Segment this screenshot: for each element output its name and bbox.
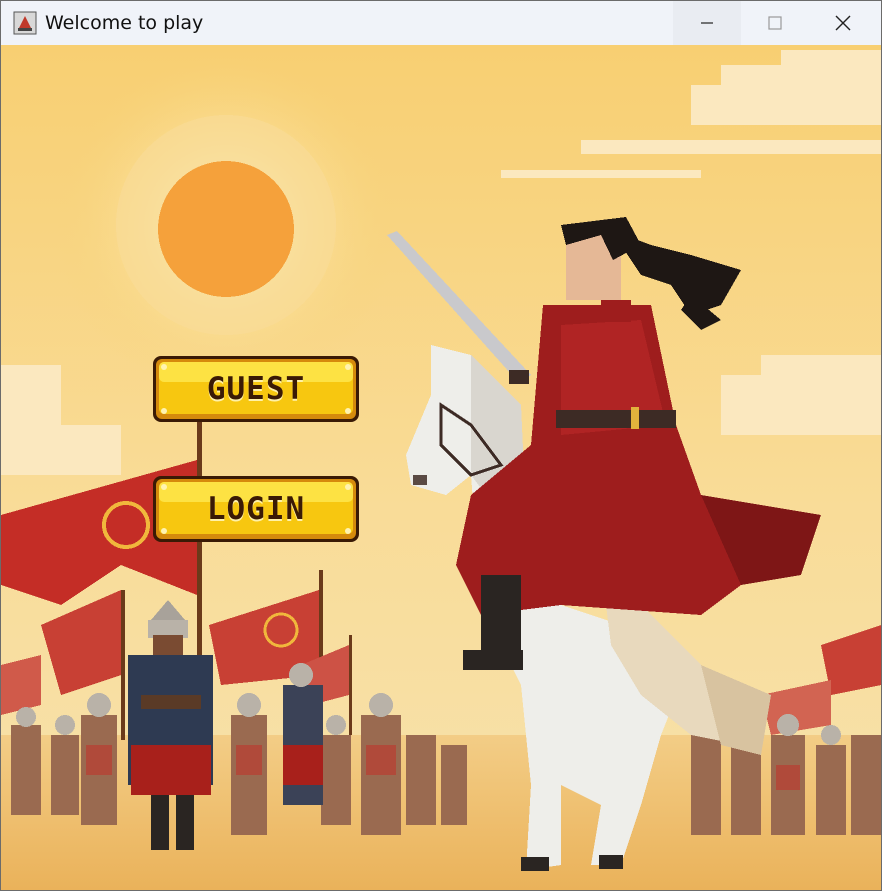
window-title: Welcome to play — [45, 12, 204, 34]
login-button-label: LOGIN — [206, 491, 306, 527]
sun — [158, 161, 294, 297]
battlefield-background — [1, 45, 881, 890]
title-bar[interactable]: Welcome to play — [1, 1, 881, 45]
close-icon — [835, 15, 851, 31]
maximize-icon — [768, 16, 782, 30]
login-button[interactable]: LOGIN — [152, 475, 360, 543]
maximize-button[interactable] — [741, 1, 809, 45]
close-button[interactable] — [809, 1, 877, 45]
game-scene: GUEST LOGIN — [1, 45, 881, 890]
java-app-icon — [13, 11, 37, 35]
guest-button[interactable]: GUEST — [152, 355, 360, 423]
minimize-button[interactable] — [673, 1, 741, 45]
guest-button-label: GUEST — [206, 371, 306, 407]
minimize-icon — [701, 22, 713, 24]
game-window: Welcome to play GUEST LOGIN — [0, 0, 882, 891]
